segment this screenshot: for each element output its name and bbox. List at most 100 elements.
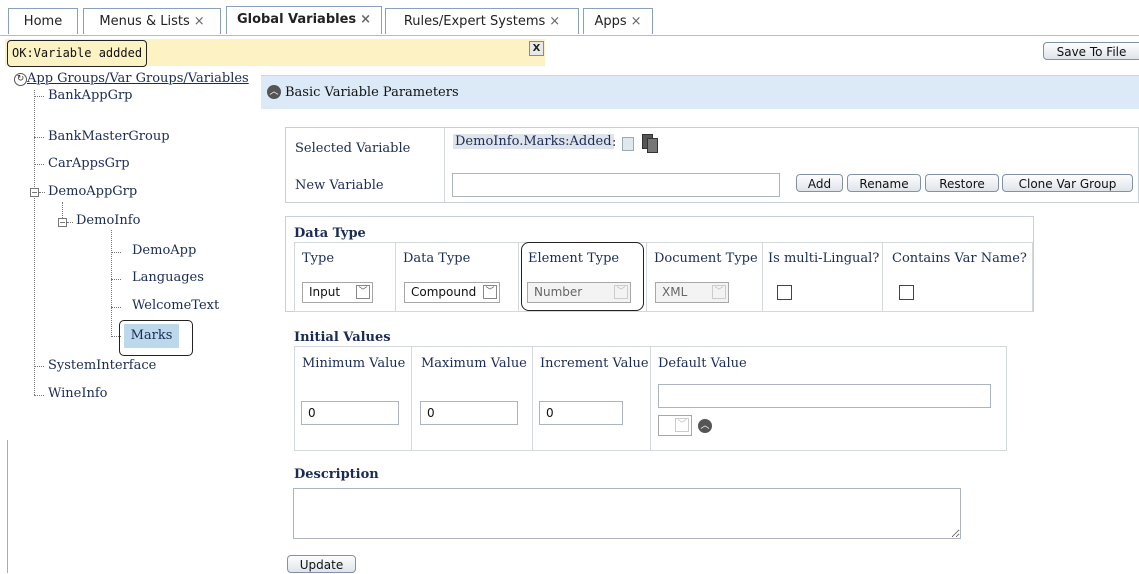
tree-item-systeminterface[interactable]: SystemInterface <box>48 358 156 373</box>
selected-variable-label: Selected Variable <box>295 141 411 156</box>
divider <box>762 242 763 312</box>
tree-line <box>34 164 44 165</box>
divider <box>518 242 519 312</box>
status-message: OK:Variable addded <box>7 40 148 67</box>
divider <box>646 242 647 312</box>
tab-label: Apps <box>594 14 627 29</box>
tree-item-demoinfo[interactable]: DemoInfo <box>76 213 140 228</box>
splitter[interactable] <box>7 440 8 573</box>
tree-root-link[interactable]: App Groups/Var Groups/Variables <box>27 71 249 86</box>
tree-line <box>111 252 121 253</box>
document-type-value: XML <box>662 285 688 299</box>
chevron-down-icon: ﹀ <box>675 418 689 432</box>
tab-rules-expert-systems[interactable]: Rules/Expert Systems × <box>385 8 579 34</box>
panel-title: Basic Variable Parameters <box>285 85 459 100</box>
tree-item-bankmastergroup[interactable]: BankMasterGroup <box>48 129 170 144</box>
tab-global-variables[interactable]: Global Variables × <box>226 6 382 34</box>
restore-button[interactable]: Restore <box>925 174 999 192</box>
chevron-down-icon: ﹀ <box>483 285 497 299</box>
document-type-label: Document Type <box>654 251 758 266</box>
tree-line <box>34 96 44 97</box>
tab-apps[interactable]: Apps × <box>583 8 653 34</box>
document-type-select[interactable]: XML ﹀ <box>655 282 729 303</box>
close-icon[interactable]: × <box>194 14 205 29</box>
element-type-value: Number <box>534 285 583 299</box>
new-variable-input[interactable] <box>452 173 780 197</box>
message-bar: OK:Variable addded X <box>5 39 545 67</box>
close-icon[interactable]: × <box>549 14 560 29</box>
tree-line <box>111 230 112 337</box>
description-title: Description <box>294 467 379 482</box>
type-value: Input <box>309 285 341 299</box>
clone-var-group-button[interactable]: Clone Var Group <box>1002 174 1133 192</box>
add-button[interactable]: Add <box>796 174 843 192</box>
divider <box>532 346 533 451</box>
maximum-value-label: Maximum Value <box>421 356 527 371</box>
maximum-value-input[interactable] <box>420 401 518 425</box>
contains-var-name-label: Contains Var Name? <box>892 251 1027 266</box>
collapse-up-icon[interactable]: ︿ <box>698 419 712 433</box>
default-value-label: Default Value <box>658 356 747 371</box>
tree-item-welcometext[interactable]: WelcomeText <box>132 298 219 313</box>
tree-item-marks-selected[interactable]: Marks <box>124 324 179 348</box>
data-type-value: Compound <box>411 285 477 299</box>
increment-value-input[interactable] <box>539 401 623 425</box>
tab-bar: Home Menus & Lists × Global Variables × Ru… <box>0 0 1139 36</box>
tree-line <box>39 192 45 193</box>
tree-item-demoapp[interactable]: DemoApp <box>132 243 196 258</box>
tree-line <box>111 279 121 280</box>
collapse-up-icon[interactable]: ︿ <box>267 85 281 99</box>
close-icon[interactable]: × <box>631 14 642 29</box>
variable-tree: ↻ App Groups/Var Groups/Variables BankAp… <box>0 70 255 573</box>
collapse-icon[interactable]: − <box>58 218 67 227</box>
default-value-select[interactable]: ﹀ <box>658 415 692 436</box>
new-variable-label: New Variable <box>295 178 384 193</box>
initial-values-title: Initial Values <box>294 330 391 345</box>
increment-value-label: Increment Value <box>540 356 649 371</box>
panel-header[interactable]: ︿ Basic Variable Parameters <box>261 75 1139 109</box>
tree-line <box>34 395 44 396</box>
contains-var-name-checkbox[interactable] <box>899 285 914 300</box>
multi-lingual-label: Is multi-Lingual? <box>768 251 880 266</box>
data-type-label: Data Type <box>403 251 471 266</box>
data-type-select[interactable]: Compound ﹀ <box>404 282 500 303</box>
tree-item-wineinfo[interactable]: WineInfo <box>48 386 108 401</box>
tree-item-demoappgrp[interactable]: DemoAppGrp <box>48 184 137 199</box>
tab-home[interactable]: Home <box>8 8 78 34</box>
minimum-value-input[interactable] <box>301 401 399 425</box>
minimum-value-label: Minimum Value <box>302 356 406 371</box>
tree-item-carappsgrp[interactable]: CarAppsGrp <box>48 156 130 171</box>
divider <box>411 346 412 451</box>
tab-menus-lists[interactable]: Menus & Lists × <box>83 8 221 34</box>
separator-colon: : <box>612 135 617 150</box>
rename-button[interactable]: Rename <box>847 174 921 192</box>
multi-lingual-checkbox[interactable] <box>777 285 792 300</box>
divider <box>444 128 445 202</box>
element-type-select[interactable]: Number ﹀ <box>527 282 631 303</box>
update-button[interactable]: Update <box>287 555 356 573</box>
document-icon[interactable] <box>622 137 634 151</box>
close-message-button[interactable]: X <box>529 41 544 56</box>
tab-label: Menus & Lists <box>99 14 190 29</box>
save-to-file-button[interactable]: Save To File <box>1043 42 1139 60</box>
refresh-icon[interactable]: ↻ <box>14 73 27 86</box>
chevron-down-icon: ﹀ <box>712 285 726 299</box>
tree-line <box>34 366 44 367</box>
divider <box>395 242 396 312</box>
description-textarea[interactable] <box>293 488 961 539</box>
type-select[interactable]: Input ﹀ <box>302 282 373 303</box>
close-icon[interactable]: × <box>360 12 371 27</box>
divider <box>650 346 651 451</box>
element-type-label: Element Type <box>528 251 620 266</box>
tree-line <box>111 307 121 308</box>
collapse-icon[interactable]: − <box>30 188 39 197</box>
tree-item-languages[interactable]: Languages <box>132 270 204 285</box>
tab-label: Global Variables <box>236 12 357 27</box>
copy-icon-back <box>647 138 658 153</box>
tree-item-bankappgrp[interactable]: BankAppGrp <box>48 88 133 103</box>
divider <box>882 242 883 312</box>
data-type-title: Data Type <box>294 226 366 241</box>
chevron-down-icon: ﹀ <box>356 285 370 299</box>
default-value-input[interactable] <box>658 384 991 408</box>
tree-line <box>34 137 44 138</box>
